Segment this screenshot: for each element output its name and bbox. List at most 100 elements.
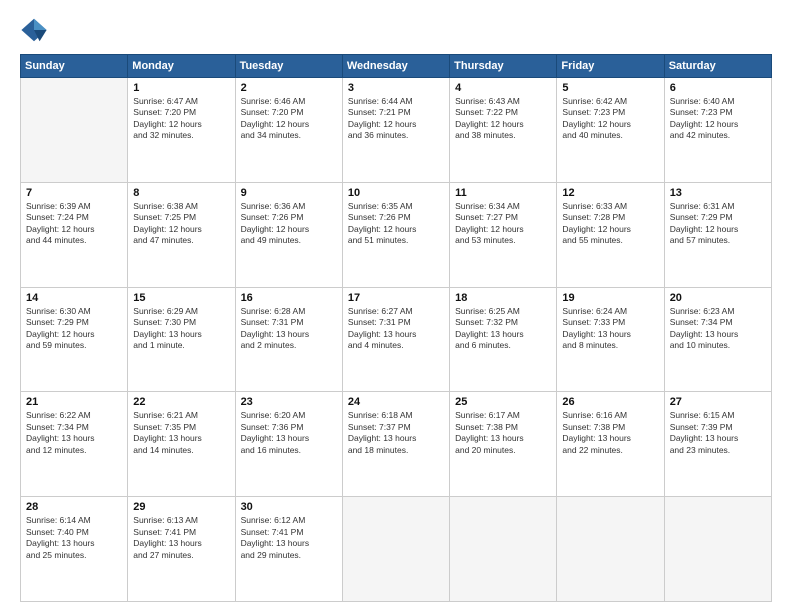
day-number: 13 [670, 187, 766, 199]
weekday-header: Wednesday [342, 55, 449, 78]
calendar-cell: 28 Sunrise: 6:14 AM Sunset: 7:40 PM Dayli… [21, 497, 128, 602]
day-number: 21 [26, 396, 122, 408]
calendar-cell: 20Sunrise: 6:23 AM Sunset: 7:34 PM Dayli… [664, 287, 771, 392]
day-number: 11 [455, 187, 551, 199]
day-number: 5 [562, 82, 658, 94]
day-info: Sunrise: 6:21 AM Sunset: 7:35 PM Dayligh… [133, 410, 229, 456]
day-number: 19 [562, 292, 658, 304]
weekday-header: Monday [128, 55, 235, 78]
calendar-cell: 3 Sunrise: 6:44 AM Sunset: 7:21 PM Daylig… [342, 78, 449, 183]
day-number: 6 [670, 82, 766, 94]
day-number: 30 [241, 501, 337, 513]
day-info: Sunrise: 6:36 AM Sunset: 7:26 PM Dayligh… [241, 201, 337, 247]
calendar-cell: 12 Sunrise: 6:33 AM Sunset: 7:28 PM Dayli… [557, 182, 664, 287]
calendar-cell: 9 Sunrise: 6:36 AM Sunset: 7:26 PM Daylig… [235, 182, 342, 287]
day-info: Sunrise: 6:34 AM Sunset: 7:27 PM Dayligh… [455, 201, 551, 247]
day-info: Sunrise: 6:28 AM Sunset: 7:31 PM Dayligh… [241, 306, 337, 352]
calendar-cell: 6 Sunrise: 6:40 AM Sunset: 7:23 PM Daylig… [664, 78, 771, 183]
calendar-cell: 16 Sunrise: 6:28 AM Sunset: 7:31 PM Dayli… [235, 287, 342, 392]
weekday-header: Sunday [21, 55, 128, 78]
day-info: Sunrise: 6:31 AM Sunset: 7:29 PM Dayligh… [670, 201, 766, 247]
calendar-cell: 24 Sunrise: 6:18 AM Sunset: 7:37 PM Dayli… [342, 392, 449, 497]
weekday-header: Tuesday [235, 55, 342, 78]
day-info: Sunrise: 6:15 AM Sunset: 7:39 PM Dayligh… [670, 410, 766, 456]
day-info: Sunrise: 6:47 AM Sunset: 7:20 PM Dayligh… [133, 96, 229, 142]
day-number: 22 [133, 396, 229, 408]
weekday-header: Saturday [664, 55, 771, 78]
calendar-cell: 19Sunrise: 6:24 AM Sunset: 7:33 PM Dayli… [557, 287, 664, 392]
day-info: Sunrise: 6:43 AM Sunset: 7:22 PM Dayligh… [455, 96, 551, 142]
day-number: 24 [348, 396, 444, 408]
day-info: Sunrise: 6:18 AM Sunset: 7:37 PM Dayligh… [348, 410, 444, 456]
day-info: Sunrise: 6:40 AM Sunset: 7:23 PM Dayligh… [670, 96, 766, 142]
day-number: 17 [348, 292, 444, 304]
calendar-cell [664, 497, 771, 602]
calendar-week-row: 7 Sunrise: 6:39 AM Sunset: 7:24 PM Daylig… [21, 182, 772, 287]
day-number: 14 [26, 292, 122, 304]
calendar-cell: 21 Sunrise: 6:22 AM Sunset: 7:34 PM Dayli… [21, 392, 128, 497]
day-info: Sunrise: 6:27 AM Sunset: 7:31 PM Dayligh… [348, 306, 444, 352]
page: SundayMondayTuesdayWednesdayThursdayFrid… [0, 0, 792, 612]
day-info: Sunrise: 6:12 AM Sunset: 7:41 PM Dayligh… [241, 515, 337, 561]
calendar-week-row: 14 Sunrise: 6:30 AM Sunset: 7:29 PM Dayli… [21, 287, 772, 392]
day-info: Sunrise: 6:16 AM Sunset: 7:38 PM Dayligh… [562, 410, 658, 456]
day-info: Sunrise: 6:33 AM Sunset: 7:28 PM Dayligh… [562, 201, 658, 247]
day-info: Sunrise: 6:20 AM Sunset: 7:36 PM Dayligh… [241, 410, 337, 456]
calendar-cell: 30 Sunrise: 6:12 AM Sunset: 7:41 PM Dayli… [235, 497, 342, 602]
calendar-cell: 29 Sunrise: 6:13 AM Sunset: 7:41 PM Dayli… [128, 497, 235, 602]
day-info: Sunrise: 6:39 AM Sunset: 7:24 PM Dayligh… [26, 201, 122, 247]
day-number: 9 [241, 187, 337, 199]
day-number: 7 [26, 187, 122, 199]
calendar-cell: 25Sunrise: 6:17 AM Sunset: 7:38 PM Dayli… [450, 392, 557, 497]
day-number: 18 [455, 292, 551, 304]
day-info: Sunrise: 6:42 AM Sunset: 7:23 PM Dayligh… [562, 96, 658, 142]
day-number: 28 [26, 501, 122, 513]
calendar-cell [342, 497, 449, 602]
calendar-cell: 26 Sunrise: 6:16 AM Sunset: 7:38 PM Dayli… [557, 392, 664, 497]
day-number: 16 [241, 292, 337, 304]
day-info: Sunrise: 6:25 AM Sunset: 7:32 PM Dayligh… [455, 306, 551, 352]
calendar-cell: 1 Sunrise: 6:47 AM Sunset: 7:20 PM Daylig… [128, 78, 235, 183]
day-number: 15 [133, 292, 229, 304]
calendar-cell: 15 Sunrise: 6:29 AM Sunset: 7:30 PM Dayli… [128, 287, 235, 392]
day-number: 27 [670, 396, 766, 408]
day-number: 20 [670, 292, 766, 304]
calendar-cell: 14 Sunrise: 6:30 AM Sunset: 7:29 PM Dayli… [21, 287, 128, 392]
calendar-cell: 13 Sunrise: 6:31 AM Sunset: 7:29 PM Dayli… [664, 182, 771, 287]
day-number: 25 [455, 396, 551, 408]
weekday-header: Thursday [450, 55, 557, 78]
weekday-header: Friday [557, 55, 664, 78]
header [20, 16, 772, 44]
day-number: 12 [562, 187, 658, 199]
calendar-cell: 10 Sunrise: 6:35 AM Sunset: 7:26 PM Dayli… [342, 182, 449, 287]
day-info: Sunrise: 6:30 AM Sunset: 7:29 PM Dayligh… [26, 306, 122, 352]
day-number: 1 [133, 82, 229, 94]
day-number: 26 [562, 396, 658, 408]
day-info: Sunrise: 6:13 AM Sunset: 7:41 PM Dayligh… [133, 515, 229, 561]
calendar-cell: 17 Sunrise: 6:27 AM Sunset: 7:31 PM Dayli… [342, 287, 449, 392]
day-info: Sunrise: 6:44 AM Sunset: 7:21 PM Dayligh… [348, 96, 444, 142]
day-number: 2 [241, 82, 337, 94]
calendar-header-row: SundayMondayTuesdayWednesdayThursdayFrid… [21, 55, 772, 78]
day-number: 10 [348, 187, 444, 199]
calendar-cell [450, 497, 557, 602]
calendar-week-row: 1 Sunrise: 6:47 AM Sunset: 7:20 PM Daylig… [21, 78, 772, 183]
day-info: Sunrise: 6:29 AM Sunset: 7:30 PM Dayligh… [133, 306, 229, 352]
day-number: 4 [455, 82, 551, 94]
day-info: Sunrise: 6:35 AM Sunset: 7:26 PM Dayligh… [348, 201, 444, 247]
calendar-cell: 23 Sunrise: 6:20 AM Sunset: 7:36 PM Dayli… [235, 392, 342, 497]
logo [20, 16, 52, 44]
calendar-cell: 8Sunrise: 6:38 AM Sunset: 7:25 PM Daylig… [128, 182, 235, 287]
day-number: 3 [348, 82, 444, 94]
day-number: 8 [133, 187, 229, 199]
calendar-cell: 18 Sunrise: 6:25 AM Sunset: 7:32 PM Dayli… [450, 287, 557, 392]
day-info: Sunrise: 6:22 AM Sunset: 7:34 PM Dayligh… [26, 410, 122, 456]
calendar-table: SundayMondayTuesdayWednesdayThursdayFrid… [20, 54, 772, 602]
day-number: 29 [133, 501, 229, 513]
calendar-cell: 11 Sunrise: 6:34 AM Sunset: 7:27 PM Dayli… [450, 182, 557, 287]
day-info: Sunrise: 6:46 AM Sunset: 7:20 PM Dayligh… [241, 96, 337, 142]
calendar-cell: 5 Sunrise: 6:42 AM Sunset: 7:23 PM Daylig… [557, 78, 664, 183]
logo-icon [20, 16, 48, 44]
day-info: Sunrise: 6:14 AM Sunset: 7:40 PM Dayligh… [26, 515, 122, 561]
day-number: 23 [241, 396, 337, 408]
